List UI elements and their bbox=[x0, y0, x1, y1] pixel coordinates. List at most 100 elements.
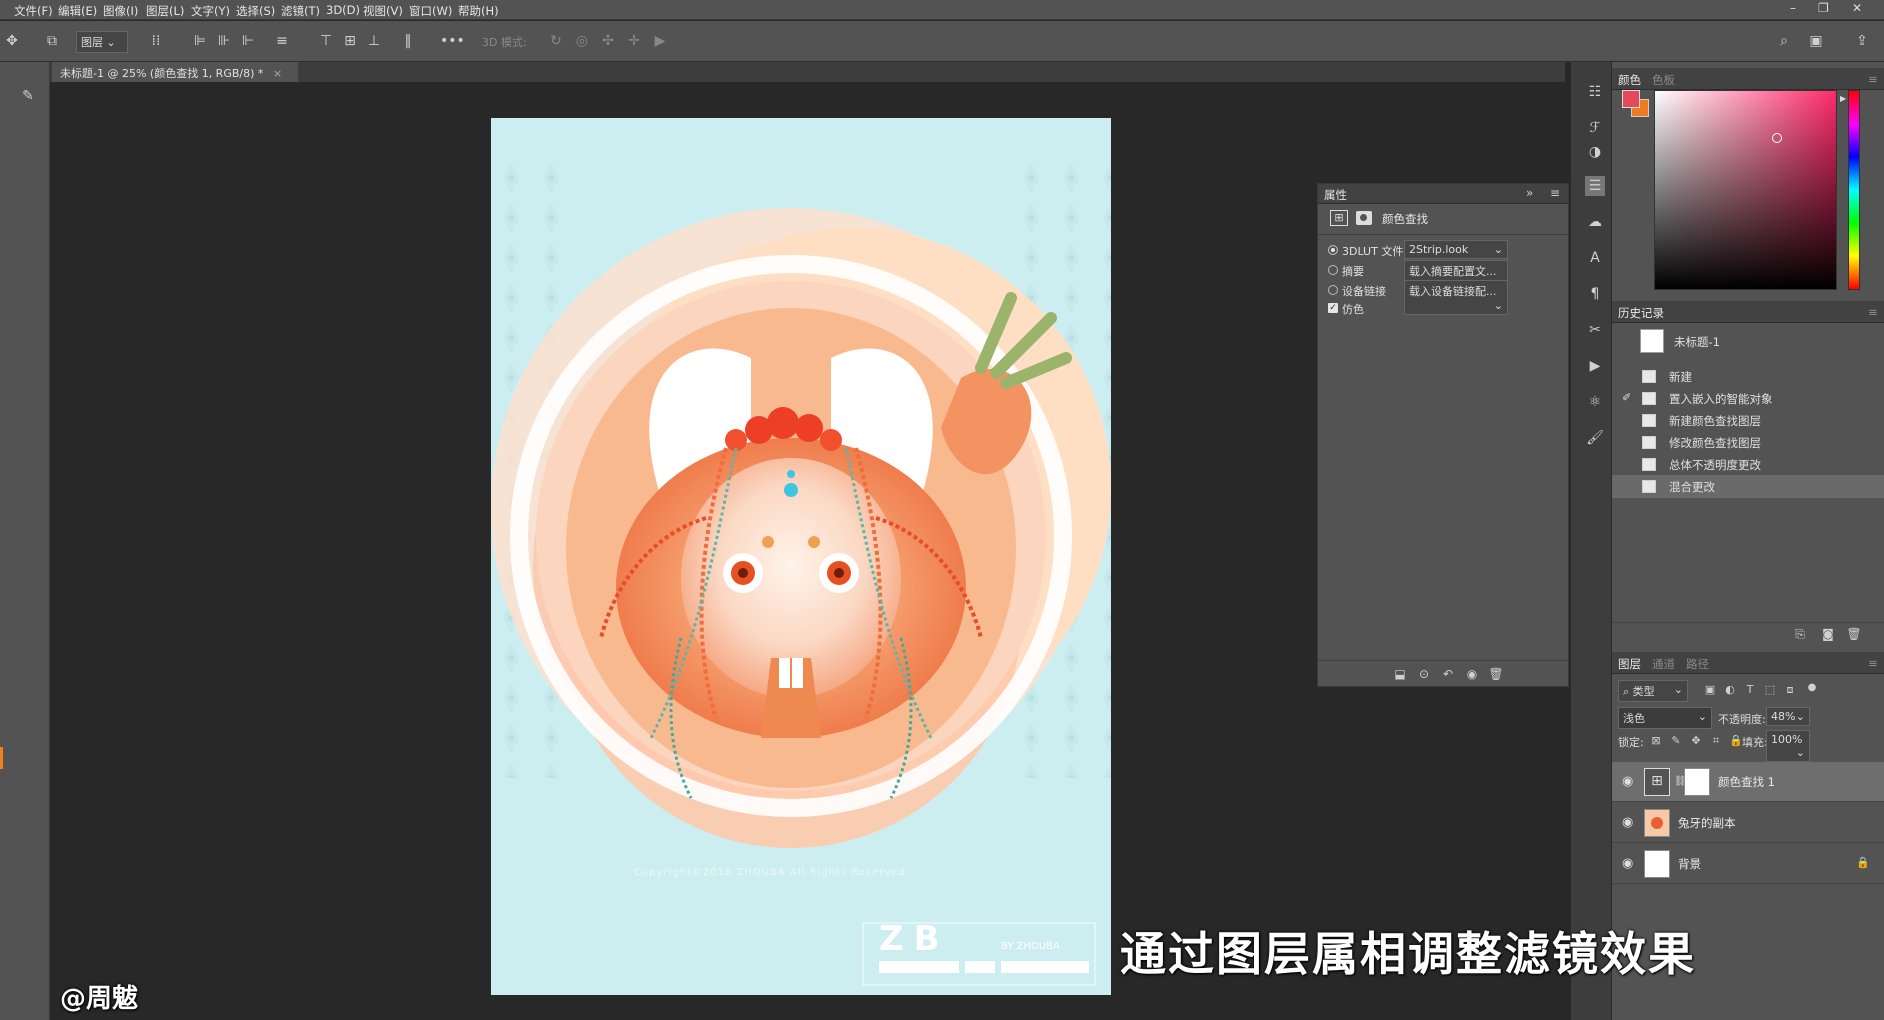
lock-transparent-icon[interactable]: ⊠ bbox=[1646, 731, 1666, 751]
collapse-panel-icon[interactable]: » bbox=[1526, 186, 1533, 200]
3d-camera-icon[interactable]: ▶ bbox=[650, 31, 670, 51]
saturation-brightness-field[interactable] bbox=[1654, 90, 1837, 290]
fill-input[interactable]: 100% ⌄ bbox=[1766, 730, 1810, 762]
lock-position-icon[interactable]: ✥ bbox=[1686, 731, 1706, 751]
auto-select-icon[interactable]: ⧉ bbox=[42, 31, 62, 51]
opacity-input[interactable]: 48% ⌄ bbox=[1766, 707, 1810, 726]
layer-row-selected[interactable]: ◉ ⊞ ⛓ 颜色查找 1 bbox=[1612, 762, 1884, 802]
visibility-toggle-icon[interactable]: ◉ bbox=[1462, 664, 1482, 684]
menu-filter[interactable]: 滤镜(T) bbox=[281, 3, 320, 19]
panel-menu-icon[interactable]: ≡ bbox=[1550, 186, 1560, 200]
delete-adjustment-icon[interactable]: 🗑 bbox=[1486, 664, 1506, 684]
properties-panel-icon[interactable]: ☰ bbox=[1585, 176, 1605, 196]
close-tab-icon[interactable]: × bbox=[273, 67, 282, 80]
delete-state-icon[interactable]: 🗑 bbox=[1844, 624, 1864, 644]
hue-slider-arrow-icon[interactable]: ▶ bbox=[1840, 94, 1846, 103]
menu-edit[interactable]: 编辑(E) bbox=[58, 3, 97, 19]
tab-channels[interactable]: 通道 bbox=[1652, 656, 1675, 672]
dither-checkbox[interactable]: ✓ bbox=[1328, 303, 1338, 313]
layer-row[interactable]: ◉ 兔牙的副本 bbox=[1612, 803, 1884, 843]
layers-panel-menu-icon[interactable]: ≡ bbox=[1868, 656, 1878, 670]
transform-controls-icon[interactable]: ⁞⁞ bbox=[146, 31, 166, 51]
adjustments-icon[interactable]: ☷ bbox=[1585, 82, 1605, 102]
restore-icon[interactable]: ❐ bbox=[1818, 1, 1829, 15]
abstract-radio[interactable] bbox=[1328, 265, 1338, 275]
layer-name[interactable]: 颜色查找 1 bbox=[1718, 774, 1775, 790]
tab-color[interactable]: 颜色 bbox=[1618, 72, 1641, 88]
align-center-icon[interactable]: ⊪ bbox=[214, 31, 234, 51]
layer-name[interactable]: 兔牙的副本 bbox=[1678, 815, 1736, 831]
3d-orbit-icon[interactable]: ↻ bbox=[546, 31, 566, 51]
distribute-vertical-icon[interactable]: ‖ bbox=[398, 31, 418, 51]
history-snapshot[interactable]: 未标题-1 bbox=[1612, 324, 1884, 358]
align-left-icon[interactable]: ⊫ bbox=[190, 31, 210, 51]
align-middle-icon[interactable]: ⊞ bbox=[340, 31, 360, 51]
visibility-eye-icon[interactable]: ◉ bbox=[1622, 815, 1633, 830]
menu-layer[interactable]: 图层(L) bbox=[146, 3, 184, 19]
more-options-icon[interactable]: ••• bbox=[440, 31, 465, 51]
minimize-icon[interactable]: – bbox=[1790, 1, 1796, 15]
filter-adjustment-icon[interactable]: ◐ bbox=[1720, 680, 1740, 700]
menu-help[interactable]: 帮助(H) bbox=[458, 3, 499, 19]
menu-3d[interactable]: 3D(D) bbox=[326, 3, 360, 17]
close-window-icon[interactable]: ✕ bbox=[1852, 1, 1862, 15]
menu-image[interactable]: 图像(I) bbox=[103, 3, 138, 19]
history-brush-source-icon[interactable]: ✐ bbox=[1622, 391, 1631, 404]
history-item-selected[interactable]: 混合更改 bbox=[1612, 475, 1884, 498]
layer-row[interactable]: ◉ 背景 🔒 bbox=[1612, 844, 1884, 884]
3dlut-select[interactable]: 2Strip.look ⌄ bbox=[1404, 240, 1508, 259]
foreground-color-swatch[interactable] bbox=[1622, 90, 1640, 108]
device-link-select[interactable]: 载入设备链接配... ⌄ bbox=[1404, 280, 1508, 315]
tool-presets-icon[interactable]: ✂ bbox=[1585, 320, 1605, 340]
color-panel-menu-icon[interactable]: ≡ bbox=[1868, 72, 1878, 86]
brush-settings-icon[interactable]: 🖌 bbox=[1585, 428, 1605, 448]
history-item[interactable]: 总体不透明度更改 bbox=[1612, 453, 1884, 476]
lock-artboard-icon[interactable]: ⌗ bbox=[1706, 731, 1726, 751]
history-item[interactable]: ✐ 置入嵌入的智能对象 bbox=[1612, 387, 1884, 410]
layer-mask-thumbnail[interactable] bbox=[1684, 768, 1710, 796]
actions-icon[interactable]: ▶ bbox=[1585, 356, 1605, 376]
filter-type-icon[interactable]: T bbox=[1740, 680, 1760, 700]
menu-file[interactable]: 文件(F) bbox=[14, 3, 53, 19]
clip-to-layer-icon[interactable]: ⬓ bbox=[1390, 664, 1410, 684]
libraries-icon[interactable]: ☁ bbox=[1585, 212, 1605, 232]
history-panel-menu-icon[interactable]: ≡ bbox=[1868, 305, 1878, 319]
align-top-icon[interactable]: ⊤ bbox=[316, 31, 336, 51]
blend-mode-select[interactable]: 浅色 ⌄ bbox=[1618, 707, 1712, 729]
brush-tool-icon[interactable]: ✎ bbox=[18, 86, 38, 106]
filter-pixel-icon[interactable]: ▣ bbox=[1700, 680, 1720, 700]
color-picker-marker[interactable] bbox=[1772, 133, 1782, 143]
filter-smart-object-icon[interactable]: ⧈ bbox=[1780, 680, 1800, 700]
document-tab[interactable]: 未标题-1 @ 25% (颜色查找 1, RGB/8) * × bbox=[52, 62, 298, 82]
history-item[interactable]: 新建颜色查找图层 bbox=[1612, 409, 1884, 432]
align-bottom-icon[interactable]: ⊥ bbox=[364, 31, 384, 51]
hue-slider[interactable] bbox=[1848, 90, 1860, 290]
3d-pan-icon[interactable]: ✣ bbox=[598, 31, 618, 51]
tab-layers[interactable]: 图层 bbox=[1618, 656, 1641, 672]
tab-paths[interactable]: 路径 bbox=[1686, 656, 1709, 672]
menu-view[interactable]: 视图(V) bbox=[363, 3, 403, 19]
layer-filter-select[interactable]: ⌕ 类型 ⌄ bbox=[1618, 680, 1688, 702]
view-previous-icon[interactable]: ⊙ bbox=[1414, 664, 1434, 684]
reset-icon[interactable]: ↶ bbox=[1438, 664, 1458, 684]
visibility-eye-icon[interactable]: ◉ bbox=[1622, 856, 1633, 871]
search-icon[interactable]: ⌕ bbox=[1774, 31, 1794, 51]
lock-image-icon[interactable]: ✎ bbox=[1666, 731, 1686, 751]
new-snapshot-icon[interactable]: ◙ bbox=[1818, 624, 1838, 644]
color-picker-icon[interactable]: ◑ bbox=[1585, 142, 1605, 162]
mask-icon[interactable] bbox=[1356, 211, 1372, 225]
move-tool-icon[interactable]: ✥ bbox=[2, 31, 22, 51]
filter-shape-icon[interactable]: ⬚ bbox=[1760, 680, 1780, 700]
3d-panel-icon[interactable]: ⚛ bbox=[1585, 392, 1605, 412]
align-right-icon[interactable]: ⊩ bbox=[238, 31, 258, 51]
artwork-canvas[interactable]: Copyright©2018 ZHOUBA All Rights Reserve… bbox=[491, 118, 1111, 995]
3dlut-radio[interactable] bbox=[1328, 245, 1338, 255]
layer-name[interactable]: 背景 bbox=[1678, 856, 1701, 872]
paragraph-icon[interactable]: ¶ bbox=[1585, 284, 1605, 304]
new-document-from-state-icon[interactable]: ⎘ bbox=[1790, 624, 1810, 644]
distribute-icon[interactable]: ≡ bbox=[272, 31, 292, 51]
3d-slide-icon[interactable]: ✛ bbox=[624, 31, 644, 51]
tab-swatches[interactable]: 色板 bbox=[1652, 72, 1675, 88]
device-link-radio[interactable] bbox=[1328, 285, 1338, 295]
share-icon[interactable]: ⇪ bbox=[1852, 31, 1872, 51]
